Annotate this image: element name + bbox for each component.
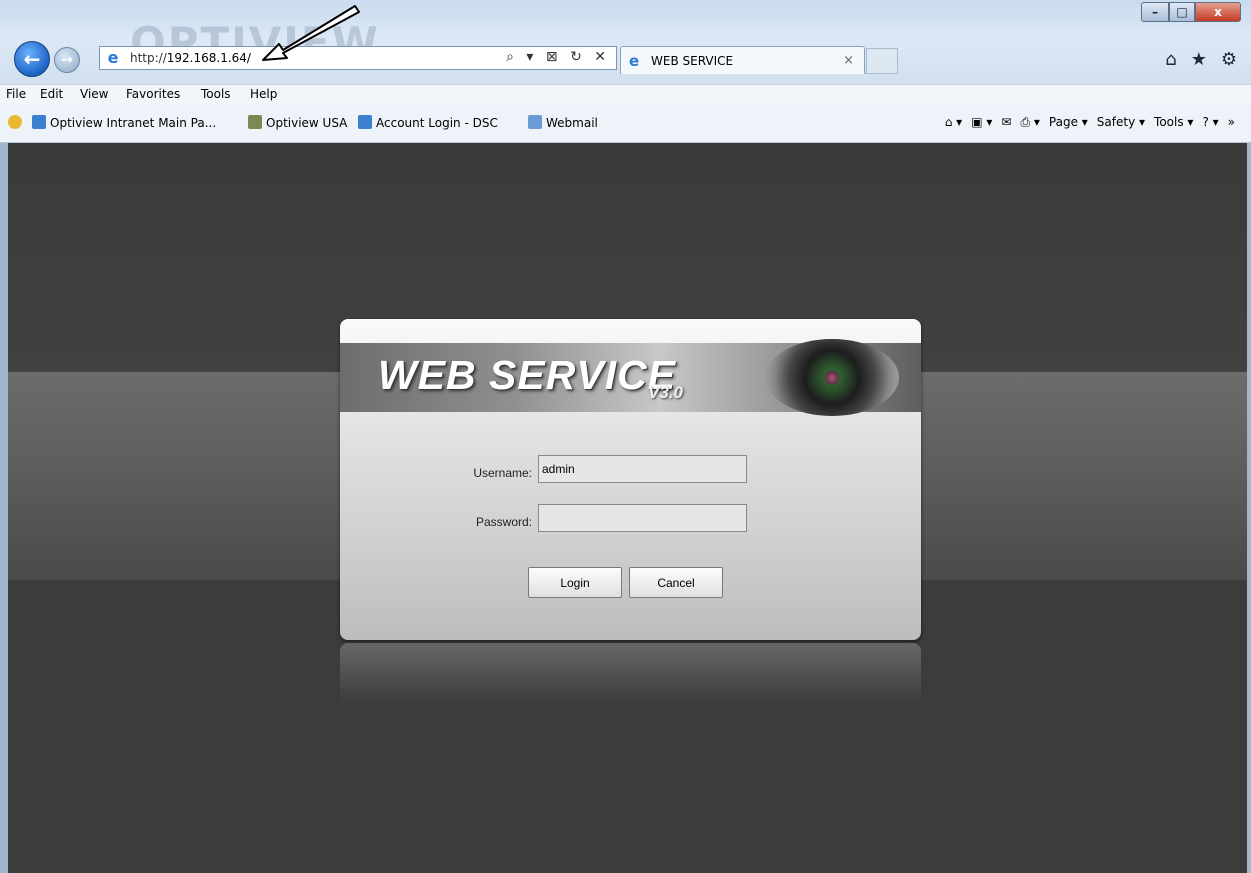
page-content: WEB SERVICE V3.0 Username: Password: Log… — [8, 143, 1247, 873]
menu-file[interactable]: File — [6, 87, 26, 101]
page-menu[interactable]: Page ▾ — [1049, 115, 1088, 130]
banner-version: V3.0 — [648, 383, 683, 402]
favorites-star-icon[interactable]: ★ — [1191, 49, 1207, 70]
help-dropdown[interactable]: ? ▾ — [1202, 115, 1218, 130]
tools-menu[interactable]: Tools ▾ — [1154, 115, 1193, 130]
login-panel: WEB SERVICE V3.0 Username: Password: Log… — [340, 319, 921, 640]
menu-help[interactable]: Help — [250, 87, 277, 101]
menu-tools[interactable]: Tools — [201, 87, 231, 101]
favorite-label: Optiview USA — [266, 116, 348, 130]
forward-arrow-icon: → — [61, 52, 73, 68]
cancel-button[interactable]: Cancel — [629, 567, 723, 598]
favorite-label: Account Login - DSC — [376, 116, 498, 130]
title-bar: OPTIVIEW ← → e http://192.168.1.64/ ⌕ ▾ … — [0, 0, 1251, 84]
banner-title: WEB SERVICE — [378, 352, 677, 398]
favorite-optiview-usa[interactable]: Optiview USA — [248, 115, 347, 130]
command-bar: ⌂ ▾ ▣ ▾ ✉ ⎙ ▾ Page ▾ Safety ▾ Tools ▾ ? … — [945, 115, 1235, 130]
add-favorite-star-icon[interactable] — [8, 115, 26, 130]
password-input[interactable] — [538, 504, 747, 532]
ie-page-icon — [358, 115, 372, 129]
address-url[interactable]: http://192.168.1.64/ — [130, 51, 251, 65]
camera-lens-icon — [765, 339, 899, 416]
url-prefix: http:// — [130, 51, 167, 65]
overflow-chevron-icon[interactable]: » — [1228, 115, 1235, 130]
favorite-optiview-intranet[interactable]: Optiview Intranet Main Pa... — [32, 115, 216, 130]
feeds-dropdown[interactable]: ▣ ▾ — [971, 115, 992, 130]
optiview-icon — [248, 115, 262, 129]
home-dropdown[interactable]: ⌂ ▾ — [945, 115, 962, 130]
minimize-button[interactable]: – — [1141, 2, 1169, 22]
back-button[interactable]: ← — [14, 41, 50, 77]
tab-title: WEB SERVICE — [651, 54, 734, 68]
annotation-arrow-icon — [262, 5, 360, 61]
tab-close-button[interactable]: × — [843, 53, 854, 68]
address-tools[interactable]: ⌕ ▾ ⊠ ↻ ✕ — [506, 49, 610, 65]
favorite-webmail[interactable]: Webmail — [528, 115, 598, 130]
safety-menu[interactable]: Safety ▾ — [1097, 115, 1145, 130]
menu-view[interactable]: View — [80, 87, 108, 101]
home-icon[interactable]: ⌂ — [1165, 49, 1176, 70]
ie-tab-icon: e — [629, 52, 640, 70]
username-input[interactable] — [538, 455, 747, 483]
maximize-button[interactable]: □ — [1169, 2, 1195, 22]
back-arrow-icon: ← — [23, 47, 41, 71]
web-service-banner: WEB SERVICE V3.0 — [340, 339, 921, 416]
menu-favorites[interactable]: Favorites — [126, 87, 180, 101]
favorite-label: Webmail — [546, 116, 598, 130]
ie-page-icon — [32, 115, 46, 129]
print-dropdown[interactable]: ⎙ ▾ — [1020, 115, 1039, 130]
new-tab-button[interactable] — [866, 48, 898, 74]
forward-button[interactable]: → — [54, 47, 80, 73]
menu-edit[interactable]: Edit — [40, 87, 63, 101]
password-label: Password: — [475, 515, 532, 529]
favorite-account-login-dsc[interactable]: Account Login - DSC — [358, 115, 498, 130]
mail-icon — [528, 115, 542, 129]
window-controls: – □ x — [1141, 2, 1241, 24]
ie-icon: e — [107, 48, 119, 67]
username-label: Username: — [473, 466, 532, 480]
panel-reflection — [340, 643, 921, 703]
login-button[interactable]: Login — [528, 567, 622, 598]
browser-window: OPTIVIEW ← → e http://192.168.1.64/ ⌕ ▾ … — [0, 0, 1251, 873]
favorites-bar: Optiview Intranet Main Pa... Optiview US… — [0, 105, 1251, 143]
read-mail-icon[interactable]: ✉ — [1001, 115, 1011, 130]
tab-web-service[interactable]: e WEB SERVICE × — [620, 46, 865, 74]
lens-center — [825, 371, 839, 385]
url-host: 192.168.1.64/ — [166, 51, 251, 65]
favorite-label: Optiview Intranet Main Pa... — [50, 116, 217, 130]
browser-toolbar-icons: ⌂ ★ ⚙ — [1165, 49, 1237, 70]
menu-bar: File Edit View Favorites Tools Help — [0, 84, 1251, 105]
close-window-button[interactable]: x — [1195, 2, 1241, 22]
gear-icon[interactable]: ⚙ — [1221, 49, 1237, 70]
favorites-add-icon — [8, 115, 22, 129]
